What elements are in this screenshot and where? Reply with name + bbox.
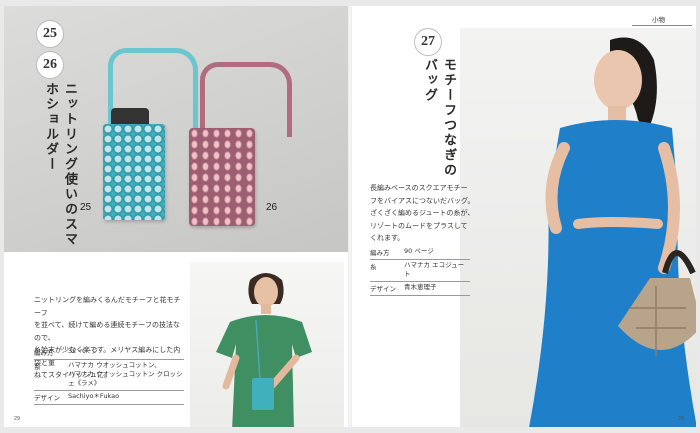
magazine-spread: 25 26 ニットリング使いのスマホショルダー 25 26 ニットリングを編みく… [0, 0, 700, 433]
spec-row: 編み方 32 ページ [34, 346, 184, 360]
spec-row: デザイン 青木恵理子 [370, 282, 470, 296]
model-photo-blue-dress [460, 28, 696, 427]
right-page: 小物 27 モチーフつなぎのバッグ 長編みベースのスクエアモチー フをバイアスに… [352, 6, 696, 427]
spec-row: 編み方 90 ページ [370, 246, 470, 260]
model-green-illustration [216, 273, 312, 427]
spec-key: 編み方 [34, 349, 54, 357]
item-number-badge-26: 26 [36, 51, 64, 79]
spec-key: デザイン [370, 285, 396, 293]
spec-value: 青木恵理子 [404, 283, 437, 291]
right-description: 長編みベースのスクエアモチー フをバイアスにつないだバッグ。 ざくざく編めるジュ… [370, 184, 475, 242]
left-page: 25 26 ニットリング使いのスマホショルダー 25 26 ニットリングを編みく… [4, 6, 348, 427]
right-page-number: 29 [678, 416, 685, 422]
spec-row: 糸 ハマナカ ウオッシュコットン、 ハマナカ ウオッシュコットン クロッシェ《ラ… [34, 360, 184, 391]
spec-row: 糸 ハマナカ エコジュート [370, 260, 470, 282]
model-photo-green-dress [190, 262, 344, 427]
spec-value: ハマナカ エコジュート [404, 261, 465, 278]
item-number-badge-27: 27 [414, 28, 442, 56]
teal-phone-shoulder-bag [103, 124, 165, 220]
left-specs: 編み方 32 ページ 糸 ハマナカ ウオッシュコットン、 ハマナカ ウオッシュコ… [34, 346, 184, 405]
right-title-vertical: モチーフつなぎのバッグ [422, 58, 456, 178]
spec-value: 32 ページ [68, 347, 98, 355]
product-photo-phone-bags: 25 26 ニットリング使いのスマホショルダー 25 26 [4, 6, 348, 252]
pink-phone-shoulder-bag [189, 128, 255, 226]
spec-value: 90 ページ [404, 247, 434, 255]
pink-bag-strap [200, 62, 292, 137]
spec-key: 糸 [370, 263, 377, 271]
section-rule [632, 25, 692, 26]
section-label: 小物 [652, 16, 665, 24]
spec-key: デザイン [34, 394, 60, 402]
spec-row: デザイン Sachiyo＊Fukao [34, 391, 184, 405]
left-title-vertical: ニットリング使いのスマホショルダー [43, 82, 77, 247]
left-page-number: 29 [14, 416, 21, 422]
spec-key: 編み方 [370, 249, 390, 257]
item-number-badge-25: 25 [36, 20, 64, 48]
photo-label-25: 25 [80, 202, 92, 213]
photo-label-26: 26 [266, 202, 278, 213]
model-blue-illustration [529, 37, 696, 427]
spec-key: 糸 [34, 363, 41, 371]
spec-value: Sachiyo＊Fukao [68, 392, 120, 400]
right-specs: 編み方 90 ページ 糸 ハマナカ エコジュート デザイン 青木恵理子 [370, 246, 470, 296]
spec-value: ハマナカ ウオッシュコットン、 ハマナカ ウオッシュコットン クロッシェ《ラメ》 [68, 361, 183, 387]
